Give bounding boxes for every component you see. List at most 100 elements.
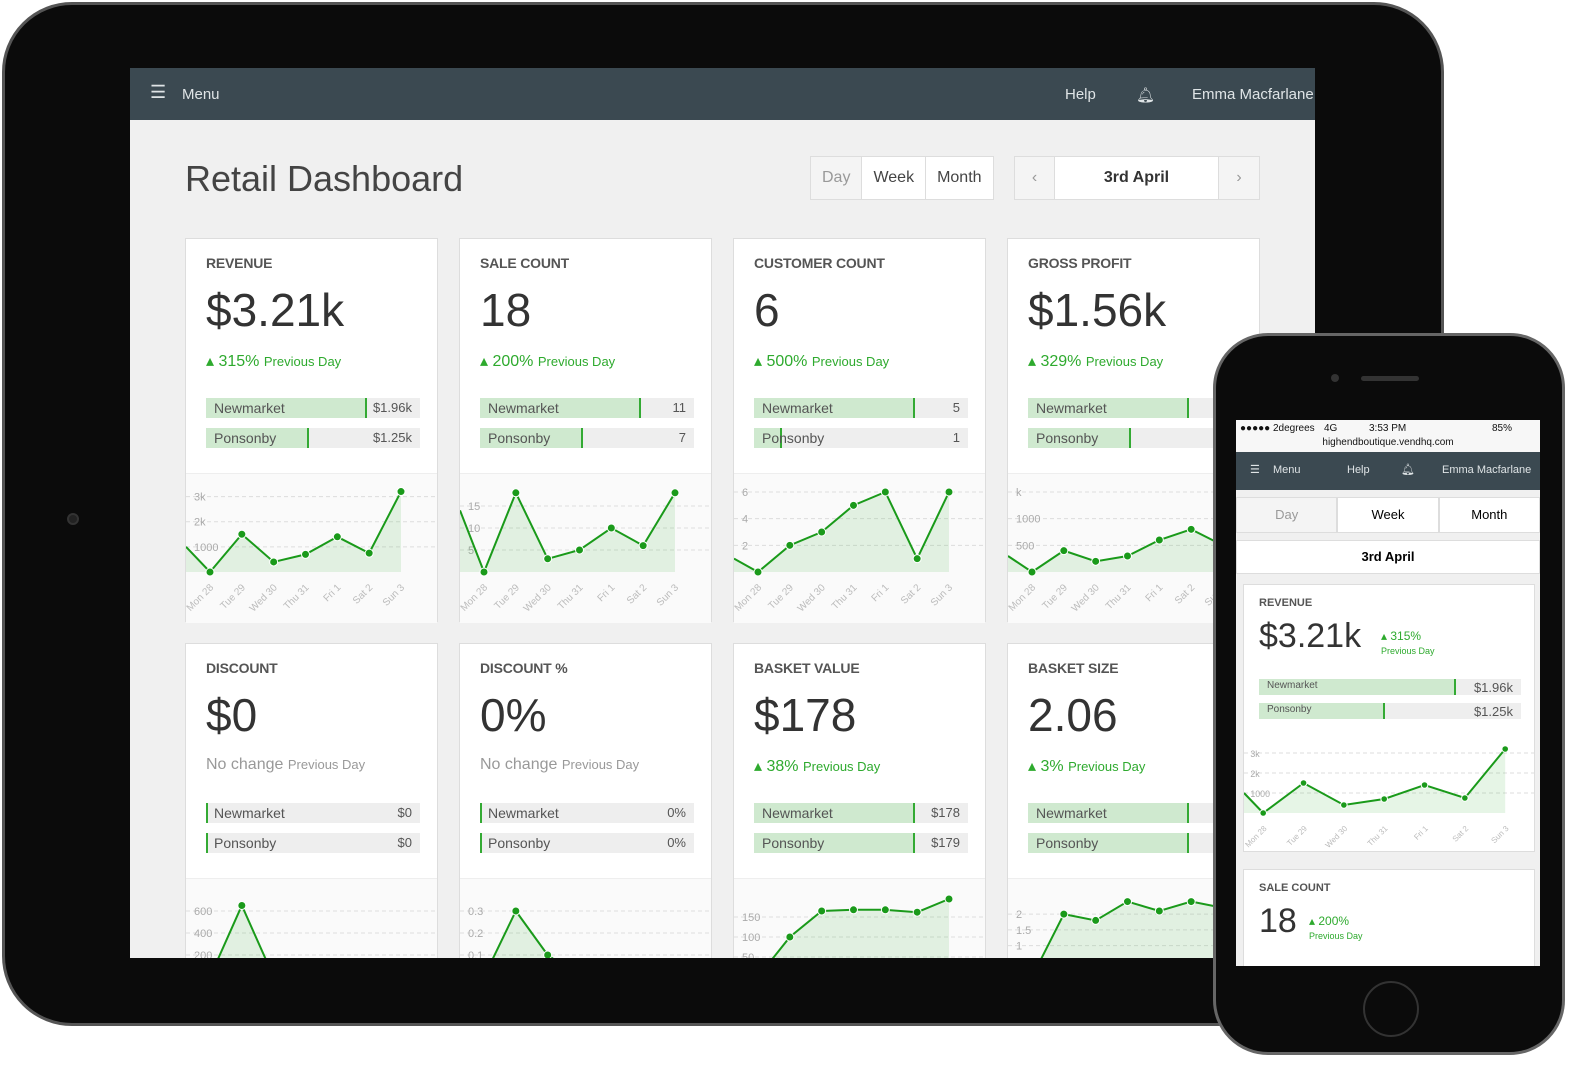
help-link[interactable]: Help: [1347, 464, 1370, 476]
data-point[interactable]: [1091, 556, 1101, 566]
tab-day[interactable]: Day: [1236, 497, 1338, 533]
menu-icon[interactable]: ☰: [150, 82, 166, 103]
y-tick-label: 0.1: [468, 950, 483, 958]
data-point[interactable]: [511, 488, 521, 498]
camera: [67, 513, 79, 525]
data-point[interactable]: [479, 567, 489, 577]
trend-chart: 0.10.20.3Mon 28Tue 29Wed 30Thu 31Fri 1Sa…: [460, 878, 711, 958]
data-point[interactable]: [638, 541, 648, 551]
data-point[interactable]: [543, 554, 553, 564]
x-tick-label: Mon 28: [186, 582, 216, 614]
x-tick-label: Tue 29: [218, 582, 248, 612]
card-change: ▴ 3% Previous Day: [1028, 758, 1146, 775]
data-point[interactable]: [1154, 906, 1164, 916]
data-point[interactable]: [269, 557, 279, 567]
phone-speaker: [1361, 376, 1419, 381]
data-point[interactable]: [849, 500, 858, 510]
series-area: [1041, 901, 1223, 958]
data-point[interactable]: [1259, 809, 1268, 817]
y-tick-label: 200: [194, 950, 212, 958]
x-tick-label: Sat 2: [1173, 582, 1198, 607]
x-tick-label: Tue 29: [1285, 824, 1309, 848]
data-point[interactable]: [1123, 551, 1132, 561]
tab-day[interactable]: Day: [811, 157, 863, 199]
prev-date-button[interactable]: ‹: [1015, 157, 1055, 199]
data-point[interactable]: [511, 906, 521, 916]
bell-icon[interactable]: 🔔︎: [1401, 463, 1415, 476]
next-date-button[interactable]: ›: [1219, 157, 1259, 199]
data-point[interactable]: [1420, 781, 1429, 789]
series-area: [493, 911, 553, 958]
data-point[interactable]: [817, 527, 827, 537]
tablet-screen: ☰ Menu Help 🔔︎ Emma Macfarlane Retail Da…: [130, 68, 1315, 958]
data-point[interactable]: [1299, 779, 1308, 787]
up-arrow-icon: ▴: [1028, 758, 1037, 775]
x-tick-label: Thu 31: [1366, 824, 1390, 848]
url-bar[interactable]: highendboutique.vendhq.com: [1236, 437, 1540, 448]
data-point[interactable]: [396, 487, 406, 497]
data-point[interactable]: [670, 488, 680, 498]
data-point[interactable]: [912, 907, 922, 917]
data-point[interactable]: [785, 932, 795, 942]
tab-month[interactable]: Month: [926, 157, 992, 199]
x-tick-label: Tue 29: [766, 582, 796, 612]
menu-button[interactable]: Menu: [182, 86, 220, 103]
data-point[interactable]: [944, 894, 954, 904]
data-point[interactable]: [785, 540, 795, 550]
user-menu[interactable]: Emma Macfarlane: [1192, 86, 1314, 103]
store-bar: Ponsonby $0: [206, 833, 420, 853]
home-button[interactable]: [1363, 981, 1419, 1037]
data-point[interactable]: [237, 901, 247, 910]
data-point[interactable]: [237, 529, 247, 539]
data-point[interactable]: [1186, 897, 1196, 907]
tab-week[interactable]: Week: [862, 157, 927, 199]
card-label: SALE COUNT: [1259, 882, 1331, 894]
data-point[interactable]: [543, 950, 553, 958]
series-area: [186, 491, 401, 572]
data-point[interactable]: [1027, 567, 1037, 577]
data-point[interactable]: [301, 549, 310, 559]
data-point[interactable]: [849, 905, 858, 915]
data-point[interactable]: [1059, 909, 1069, 919]
card-value: 18: [480, 284, 532, 336]
help-link[interactable]: Help: [1065, 86, 1096, 103]
tab-month[interactable]: Month: [1438, 497, 1540, 533]
store-bar: Newmarket1: [1028, 803, 1242, 823]
data-point[interactable]: [1186, 524, 1196, 534]
data-point[interactable]: [575, 545, 584, 555]
x-tick-label: Wed 30: [796, 582, 828, 614]
data-point[interactable]: [1123, 897, 1132, 907]
data-point[interactable]: [944, 487, 954, 497]
bell-icon[interactable]: 🔔︎: [1136, 86, 1155, 104]
data-point[interactable]: [1059, 546, 1069, 556]
data-point[interactable]: [880, 487, 890, 497]
card-change: ▴ 38% Previous Day: [754, 758, 881, 775]
battery: 85%: [1492, 423, 1513, 434]
tab-week[interactable]: Week: [1337, 497, 1439, 533]
data-point[interactable]: [364, 548, 374, 558]
data-point[interactable]: [753, 567, 763, 577]
menu-icon[interactable]: ☰: [1250, 463, 1260, 476]
current-date[interactable]: 3rd April: [1236, 540, 1540, 574]
menu-button[interactable]: Menu: [1273, 464, 1301, 476]
data-point[interactable]: [1154, 535, 1164, 545]
data-point[interactable]: [606, 523, 616, 533]
up-arrow-icon: ▴: [754, 353, 763, 370]
metric-card-discount: DISCOUNT % 0% No change Previous Day New…: [459, 643, 712, 958]
data-point[interactable]: [880, 905, 890, 915]
data-point[interactable]: [1501, 745, 1510, 753]
user-menu[interactable]: Emma Macfarlane: [1442, 464, 1531, 476]
store-bar: Newmarket $1.96k: [206, 398, 420, 418]
current-date[interactable]: 3rd April: [1055, 157, 1219, 199]
card-change: ▴ 200% Previous Day: [480, 353, 616, 370]
data-point[interactable]: [912, 554, 922, 564]
data-point[interactable]: [817, 906, 827, 916]
data-point[interactable]: [1461, 794, 1469, 802]
data-point[interactable]: [1340, 801, 1348, 809]
data-point[interactable]: [1380, 795, 1388, 803]
data-point[interactable]: [205, 567, 215, 577]
data-point[interactable]: [332, 532, 342, 542]
data-point[interactable]: [1091, 915, 1101, 925]
x-tick-label: Fri 1: [1144, 582, 1166, 604]
card-label: DISCOUNT %: [480, 660, 568, 676]
